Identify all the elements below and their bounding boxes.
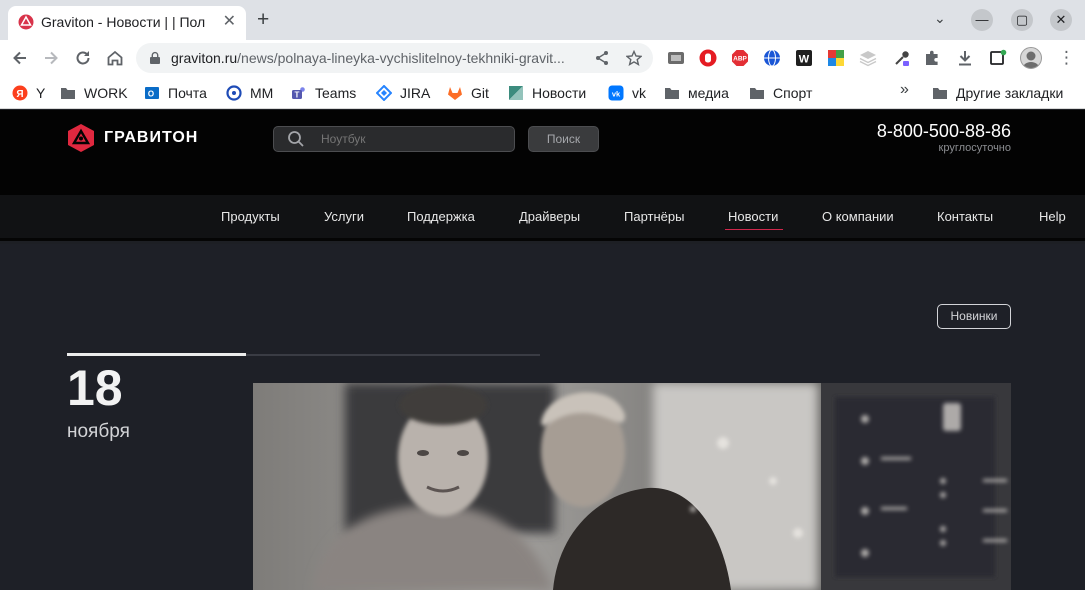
close-icon[interactable]: ✕: [223, 14, 236, 30]
logo-text: ГРАВИТОН: [104, 129, 199, 146]
tab-search-chevron-icon[interactable]: ⌄: [934, 10, 946, 27]
yandex-icon: Я: [12, 85, 28, 101]
screenshot-extension-icon[interactable]: [667, 49, 685, 67]
graviton-favicon-icon: [18, 14, 34, 30]
site-main-nav: Продукты Услуги Поддержка Драйверы Партн…: [0, 195, 1085, 241]
nav-item-partners[interactable]: Партнёры: [624, 209, 684, 224]
news-date-month: ноября: [67, 421, 130, 442]
color-picker-extension-icon[interactable]: [827, 49, 845, 67]
adblock-plus-icon[interactable]: ABP: [731, 49, 749, 67]
back-arrow-icon[interactable]: [10, 48, 30, 68]
category-badge[interactable]: Новинки: [937, 304, 1011, 329]
translate-globe-icon[interactable]: [763, 49, 781, 67]
date-divider-line: [246, 354, 540, 356]
bookmark-media[interactable]: медиа: [664, 83, 729, 103]
other-bookmarks[interactable]: Другие закладки: [932, 83, 1063, 103]
svg-text:ABP: ABP: [733, 56, 747, 63]
svg-text:W: W: [799, 54, 810, 66]
nav-item-news[interactable]: Новости: [728, 209, 778, 224]
news-date-day: 18: [67, 360, 123, 416]
nav-active-indicator: [725, 229, 783, 230]
address-bar[interactable]: graviton.ru/news/polnaya-lineyka-vychisl…: [136, 43, 653, 73]
share-icon[interactable]: [594, 50, 610, 66]
svg-text:O: O: [148, 90, 154, 99]
hand-stop-extension-icon[interactable]: [699, 49, 717, 67]
bookmark-vk[interactable]: vk vk: [608, 83, 646, 103]
vk-icon: vk: [608, 85, 624, 101]
gitlab-icon: [448, 87, 462, 100]
lock-icon: [150, 51, 160, 64]
nav-item-products[interactable]: Продукты: [221, 209, 280, 224]
url-text: graviton.ru/news/polnaya-lineyka-vychisl…: [171, 50, 565, 66]
news-photo: [253, 383, 1011, 590]
bookmark-teams[interactable]: T Teams: [291, 83, 356, 103]
eyedropper-extension-icon[interactable]: [893, 49, 911, 67]
new-tab-button[interactable]: +: [257, 9, 269, 31]
jira-icon: [376, 85, 392, 101]
browser-toolbar: graviton.ru/news/polnaya-lineyka-vychisl…: [0, 40, 1085, 77]
mattermost-icon: [226, 85, 242, 101]
bookmark-work[interactable]: WORK: [60, 83, 128, 103]
profile-avatar[interactable]: [1020, 47, 1042, 69]
bookmarks-bar: Я Y WORK O Почта MM T Teams JIRA Git Нов…: [0, 77, 1085, 109]
bookmark-mm[interactable]: MM: [226, 83, 273, 103]
nav-item-help[interactable]: Help: [1039, 209, 1066, 224]
teams-icon: T: [292, 87, 305, 100]
bookmark-novosti[interactable]: Новости: [508, 83, 586, 103]
phone-number[interactable]: 8-800-500-88-86: [877, 121, 1011, 142]
svg-text:Я: Я: [16, 89, 23, 100]
bookmark-sport[interactable]: Спорт: [749, 83, 812, 103]
search-icon: [288, 131, 304, 147]
more-bookmarks-chevron[interactable]: »: [900, 81, 909, 99]
graviton-logo-icon: [68, 124, 94, 152]
phone-note: круглосуточно: [938, 142, 1011, 154]
forward-arrow-icon[interactable]: [41, 48, 61, 68]
date-accent-line: [67, 353, 246, 356]
bookmark-git[interactable]: Git: [447, 83, 489, 103]
svg-text:vk: vk: [612, 90, 621, 99]
minimize-button[interactable]: —: [971, 9, 993, 31]
nav-item-contacts[interactable]: Контакты: [937, 209, 993, 224]
download-icon[interactable]: [956, 49, 974, 67]
folder-icon: [933, 88, 947, 99]
bookmark-y[interactable]: Я Y: [12, 83, 45, 103]
news-icon: [509, 86, 523, 100]
maximize-button[interactable]: ▢: [1011, 9, 1033, 31]
nav-item-support[interactable]: Поддержка: [407, 209, 475, 224]
nav-item-services[interactable]: Услуги: [324, 209, 364, 224]
nav-item-drivers[interactable]: Драйверы: [519, 209, 580, 224]
bookmark-jira[interactable]: JIRA: [376, 83, 430, 103]
browser-tab-strip: Graviton - Новости | | Пол ✕ + ⌄ — ▢ ✕: [0, 0, 1085, 40]
site-logo[interactable]: ГРАВИТОН: [66, 123, 198, 153]
star-bookmark-icon[interactable]: [626, 50, 642, 66]
home-icon[interactable]: [105, 48, 125, 68]
folder-icon: [750, 88, 764, 99]
close-window-button[interactable]: ✕: [1050, 9, 1072, 31]
layers-extension-icon[interactable]: [859, 49, 877, 67]
nav-item-about[interactable]: О компании: [822, 209, 894, 224]
news-photo-image: [253, 383, 1011, 590]
folder-icon: [61, 88, 75, 99]
browser-tab[interactable]: Graviton - Новости | | Пол ✕: [8, 6, 246, 40]
svg-text:T: T: [295, 91, 300, 100]
tab-title: Graviton - Новости | | Пол: [41, 14, 206, 30]
word-extension-icon[interactable]: W: [795, 49, 813, 67]
folder-icon: [665, 88, 679, 99]
tab-share-icon[interactable]: [989, 49, 1007, 67]
reload-icon[interactable]: [73, 48, 93, 68]
bookmark-pochta[interactable]: O Почта: [144, 83, 207, 103]
site-search-input[interactable]: [273, 126, 515, 152]
site-search-button[interactable]: Поиск: [528, 126, 599, 152]
news-article-hero: Новинки 18 ноября: [0, 244, 1085, 590]
kebab-menu-icon[interactable]: ⋮: [1058, 48, 1075, 68]
outlook-icon: O: [145, 87, 159, 99]
site-header: ГРАВИТОН Поиск 8-800-500-88-86 круглосут…: [0, 110, 1085, 195]
puzzle-extensions-icon[interactable]: [923, 49, 941, 67]
